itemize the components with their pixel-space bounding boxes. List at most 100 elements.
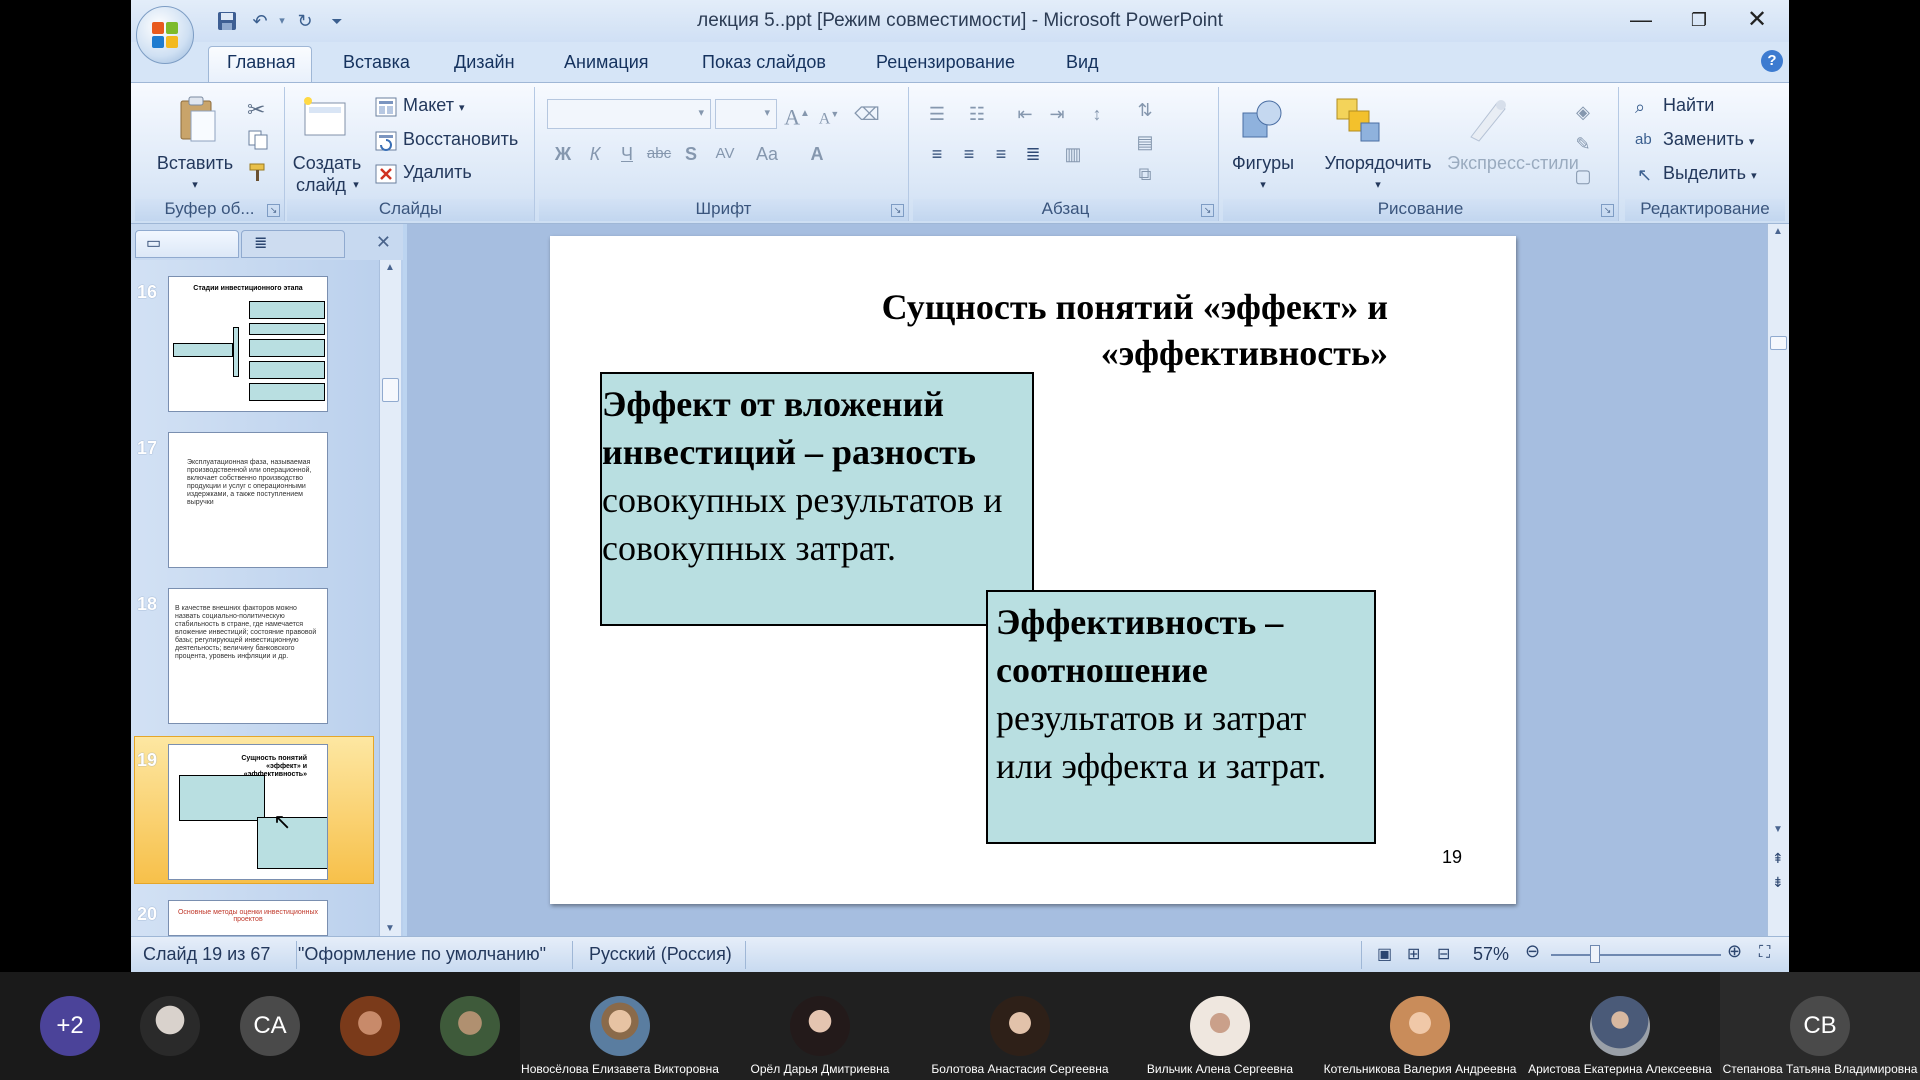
- slide-title[interactable]: Сущность понятий «эффект» и «эффективнос…: [630, 284, 1388, 376]
- slide-thumbnail-18[interactable]: В качестве внешних факторов можно назват…: [168, 588, 328, 724]
- increase-indent-icon[interactable]: ⇥: [1041, 99, 1073, 129]
- paste-icon[interactable]: [177, 95, 217, 148]
- thumbnails-scrollbar[interactable]: ▲ ▼: [379, 260, 401, 936]
- cut-icon[interactable]: ✂: [247, 97, 265, 123]
- shape-fill-icon[interactable]: ◈: [1567, 97, 1599, 127]
- current-slide[interactable]: Сущность понятий «эффект» и «эффективнос…: [550, 236, 1516, 904]
- participant-tile[interactable]: Котельникова Валерия Андреевна: [1320, 972, 1520, 1080]
- new-slide-label[interactable]: Создать: [287, 153, 367, 173]
- numbering-icon[interactable]: ☷: [961, 99, 993, 129]
- underline-button[interactable]: Ч: [611, 139, 643, 169]
- reset-label[interactable]: Восстановить: [403, 129, 518, 150]
- replace-icon[interactable]: ab: [1635, 131, 1652, 148]
- align-center-icon[interactable]: ≡: [953, 139, 985, 169]
- text-direction-icon[interactable]: ⇅: [1129, 95, 1161, 125]
- slides-tab[interactable]: ▭: [135, 230, 239, 258]
- align-text-icon[interactable]: ▤: [1129, 127, 1161, 157]
- align-left-icon[interactable]: ≡: [921, 139, 953, 169]
- shapes-icon[interactable]: [1239, 97, 1285, 148]
- slide-thumbnail-20[interactable]: Основные методы оценки инвестиционных пр…: [168, 900, 328, 936]
- thumbnails-scroll-thumb[interactable]: [382, 378, 399, 402]
- delete-slide-label[interactable]: Удалить: [403, 162, 472, 183]
- more-participants-badge[interactable]: +2: [40, 996, 100, 1056]
- find-icon[interactable]: ⌕: [1635, 97, 1645, 118]
- clipboard-launcher-icon[interactable]: ↘: [267, 204, 280, 217]
- scroll-up-icon[interactable]: ▲: [1773, 226, 1783, 237]
- participant-tile[interactable]: Вильчик Алена Сергеевна: [1120, 972, 1320, 1080]
- grow-font-icon[interactable]: A▲: [781, 99, 813, 129]
- format-painter-icon[interactable]: [247, 161, 269, 188]
- zoom-slider-thumb[interactable]: [1590, 945, 1600, 963]
- scroll-up-icon[interactable]: ▲: [385, 262, 395, 273]
- close-pane-icon[interactable]: ✕: [376, 232, 391, 253]
- slide-thumbnail-16[interactable]: Стадии инвестиционного этапа: [168, 276, 328, 412]
- strikethrough-button[interactable]: abc: [643, 139, 675, 169]
- font-color-button[interactable]: A: [801, 139, 833, 169]
- next-slide-icon[interactable]: ⇟: [1772, 875, 1784, 889]
- slide-scroll-thumb[interactable]: [1770, 336, 1787, 350]
- replace-label[interactable]: Заменить ▾: [1663, 129, 1754, 150]
- zoom-out-icon[interactable]: ⊖: [1525, 941, 1540, 962]
- language[interactable]: Русский (Россия): [589, 944, 732, 965]
- smartart-icon[interactable]: ⧉: [1129, 159, 1161, 189]
- shrink-font-icon[interactable]: A▼: [813, 99, 845, 129]
- shapes-label[interactable]: Фигуры: [1223, 153, 1303, 173]
- zoom-slider[interactable]: [1551, 954, 1721, 956]
- bullets-icon[interactable]: ☰: [921, 99, 953, 129]
- slideshow-view-icon[interactable]: ⊟: [1437, 944, 1450, 964]
- previous-slide-icon[interactable]: ⇞: [1772, 851, 1784, 865]
- select-label[interactable]: Выделить ▾: [1663, 163, 1757, 184]
- tab-review[interactable]: Рецензирование: [876, 52, 1015, 73]
- decrease-indent-icon[interactable]: ⇤: [1009, 99, 1041, 129]
- clear-format-icon[interactable]: ⌫: [851, 99, 883, 129]
- font-name-combo[interactable]: ▾: [547, 99, 711, 129]
- slide-thumbnail-17[interactable]: Эксплуатационная фаза, называемая произв…: [168, 432, 328, 568]
- change-case-button[interactable]: Aa: [751, 139, 783, 169]
- delete-slide-icon[interactable]: [375, 164, 397, 189]
- theme-name[interactable]: "Оформление по умолчанию": [298, 944, 546, 965]
- outline-tab[interactable]: ≣: [241, 230, 345, 258]
- char-spacing-button[interactable]: AV: [709, 139, 741, 169]
- fit-to-window-icon[interactable]: ⛶: [1759, 944, 1770, 962]
- office-button[interactable]: [136, 6, 194, 64]
- close-icon[interactable]: ✕: [1727, 4, 1787, 36]
- new-slide-label-2[interactable]: слайд: [291, 175, 351, 195]
- minimize-icon[interactable]: —: [1611, 4, 1671, 36]
- quick-styles-icon[interactable]: [1463, 97, 1513, 148]
- tab-view[interactable]: Вид: [1066, 52, 1099, 73]
- arrange-icon[interactable]: [1333, 95, 1383, 150]
- shapes-dropdown-icon[interactable]: ▾: [1251, 175, 1275, 195]
- participant-tile[interactable]: [140, 972, 200, 1080]
- effect-definition-box[interactable]: Эффект от вложений инвестиций – разность…: [600, 372, 1034, 626]
- zoom-in-icon[interactable]: ⊕: [1727, 941, 1742, 962]
- layout-icon[interactable]: [375, 97, 397, 122]
- participant-tile[interactable]: Орёл Дарья Дмитриевна: [720, 972, 920, 1080]
- zoom-level[interactable]: 57%: [1473, 944, 1509, 965]
- paste-dropdown-icon[interactable]: ▾: [183, 175, 207, 195]
- shape-outline-icon[interactable]: ✎: [1567, 129, 1599, 159]
- select-cursor-icon[interactable]: ↖: [1637, 165, 1652, 186]
- paragraph-launcher-icon[interactable]: ↘: [1201, 204, 1214, 217]
- restore-icon[interactable]: ❐: [1669, 4, 1729, 36]
- copy-icon[interactable]: [247, 129, 269, 156]
- efficiency-definition-box[interactable]: Эффективность – соотношение результатов …: [986, 590, 1376, 844]
- overflow-tile[interactable]: +2: [40, 972, 100, 1080]
- reset-icon[interactable]: [375, 131, 397, 156]
- justify-icon[interactable]: ≣: [1017, 139, 1049, 169]
- quick-styles-label[interactable]: Экспресс-стили: [1443, 153, 1583, 173]
- shadow-button[interactable]: S: [675, 139, 707, 169]
- scroll-down-icon[interactable]: ▼: [1773, 824, 1783, 835]
- help-icon[interactable]: ?: [1761, 50, 1783, 72]
- drawing-launcher-icon[interactable]: ↘: [1601, 204, 1614, 217]
- tab-animation[interactable]: Анимация: [564, 52, 649, 73]
- bold-button[interactable]: Ж: [547, 139, 579, 169]
- new-slide-dropdown-icon[interactable]: ▾: [349, 175, 363, 195]
- new-slide-icon[interactable]: [301, 95, 351, 144]
- tab-slide-show[interactable]: Показ слайдов: [702, 52, 826, 73]
- columns-icon[interactable]: ▥: [1057, 139, 1089, 169]
- tab-design[interactable]: Дизайн: [454, 52, 515, 73]
- shape-effects-icon[interactable]: ▢: [1567, 161, 1599, 191]
- arrange-label[interactable]: Упорядочить: [1303, 153, 1453, 173]
- participant-tile[interactable]: [440, 972, 500, 1080]
- arrange-dropdown-icon[interactable]: ▾: [1366, 175, 1390, 195]
